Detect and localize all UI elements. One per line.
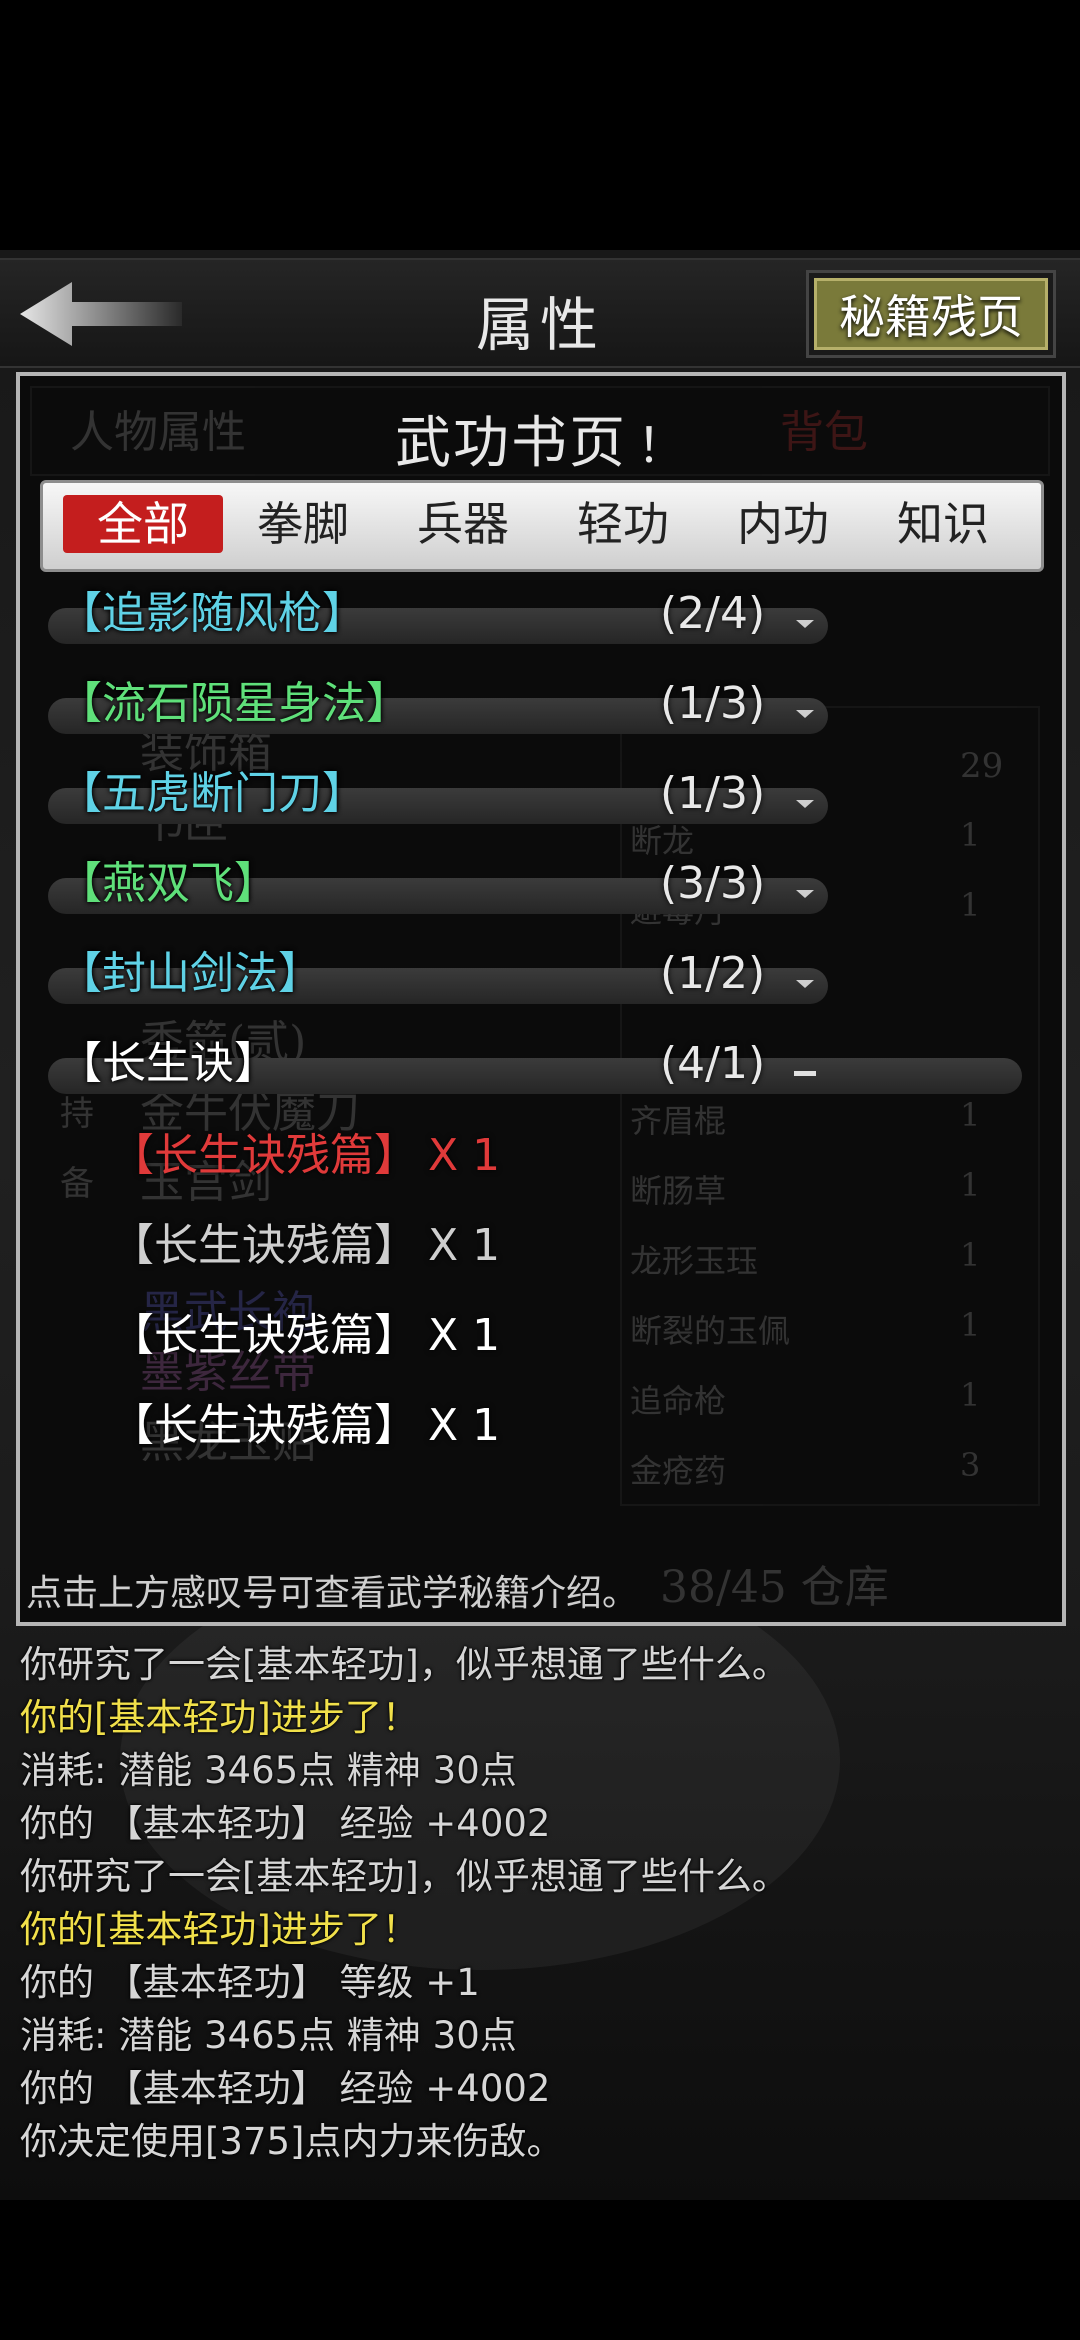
log-line: 你的 【基本轻功】 经验 +4002 <box>20 1802 551 1845</box>
book-row[interactable]: 【封山剑法】 (1/2) <box>48 944 1048 1014</box>
log-line: 你研究了一会[基本轻功]，似乎想通了些什么。 <box>20 1643 789 1686</box>
book-count: (1/2) <box>660 948 766 999</box>
log-line: 消耗: 潜能 3465点 精神 30点 <box>20 1749 517 1792</box>
chevron-down-icon <box>796 620 814 628</box>
ghost-inventory-count: 1 <box>960 1236 981 1274</box>
category-tabs: 全部 拳脚 兵器 轻功 内功 知识 <box>40 480 1044 572</box>
tab-inner[interactable]: 内功 <box>703 495 863 553</box>
ghost-capacity: 38/45 仓库 <box>660 1562 889 1613</box>
book-row[interactable]: 【五虎断门刀】 (1/3) <box>48 764 1048 834</box>
chevron-down-icon <box>796 980 814 988</box>
tab-fist[interactable]: 拳脚 <box>223 495 383 553</box>
secret-pages-button[interactable]: 秘籍残页 <box>806 270 1056 358</box>
ghost-inventory-count: 1 <box>960 1376 981 1414</box>
martial-book-popup: 人物属性 背包 装饰箱 书匣 秀箭(贰) 金牛伏魔刀 玉宫剑 黑武长袍 墨紫丝带… <box>16 372 1066 1626</box>
log-line: 你的[基本轻功]进步了！ <box>20 1696 419 1739</box>
ghost-inventory-count: 3 <box>960 1446 981 1484</box>
minus-icon <box>794 1071 816 1076</box>
fragment-row[interactable]: 【长生诀残篇】 X 1 <box>110 1306 810 1368</box>
fragment-qty: X 1 <box>428 1400 501 1451</box>
book-row[interactable]: 【追影随风枪】 (2/4) <box>48 584 1048 654</box>
log-line: 你的[基本轻功]进步了！ <box>20 1908 419 1951</box>
ghost-inventory-count: 1 <box>960 1306 981 1344</box>
book-name: 【燕双飞】 <box>58 858 278 909</box>
fragment-qty: X 1 <box>428 1220 501 1271</box>
popup-title: 武功书页！ <box>20 398 1062 479</box>
book-name: 【封山剑法】 <box>58 948 322 999</box>
fragment-name: 【长生诀残篇】 <box>110 1130 418 1181</box>
fragment-name: 【长生诀残篇】 <box>110 1220 418 1271</box>
log-line: 你的 【基本轻功】 等级 +1 <box>20 1961 480 2004</box>
info-icon[interactable]: ！ <box>637 418 687 474</box>
book-row-expanded[interactable]: 【长生诀】 (4/1) <box>48 1034 1048 1104</box>
ghost-inventory-count: 1 <box>960 1166 981 1204</box>
book-count: (4/1) <box>660 1038 766 1089</box>
fragment-row[interactable]: 【长生诀残篇】 X 1 <box>110 1216 810 1278</box>
tab-knowledge[interactable]: 知识 <box>863 495 1023 553</box>
book-count: (2/4) <box>660 588 766 639</box>
book-name: 【长生诀】 <box>58 1038 278 1089</box>
fragment-qty: X 1 <box>428 1310 501 1361</box>
book-count: (1/3) <box>660 678 766 729</box>
book-name: 【流石陨星身法】 <box>58 678 410 729</box>
ghost-side-label: 备 <box>60 1164 94 1204</box>
tab-all[interactable]: 全部 <box>63 495 223 553</box>
fragment-name: 【长生诀残篇】 <box>110 1400 418 1451</box>
log-line: 你决定使用[375]点内力来伤敌。 <box>20 2120 564 2163</box>
chevron-down-icon <box>796 710 814 718</box>
back-button[interactable] <box>14 274 184 354</box>
fragment-row[interactable]: 【长生诀残篇】 X 1 <box>110 1396 810 1458</box>
message-log: 你研究了一会[基本轻功]，似乎想通了些什么。 你的[基本轻功]进步了！ 消耗: … <box>0 1640 1080 2163</box>
book-count: (3/3) <box>660 858 766 909</box>
arrow-left-icon <box>20 282 182 346</box>
log-line: 你的 【基本轻功】 经验 +4002 <box>20 2067 551 2110</box>
chevron-down-icon <box>796 890 814 898</box>
fragment-name: 【长生诀残篇】 <box>110 1310 418 1361</box>
book-name: 【五虎断门刀】 <box>58 768 366 819</box>
book-row[interactable]: 【流石陨星身法】 (1/3) <box>48 674 1048 744</box>
log-line: 消耗: 潜能 3465点 精神 30点 <box>20 2014 517 2057</box>
log-line: 你研究了一会[基本轻功]，似乎想通了些什么。 <box>20 1855 789 1898</box>
tab-lightness[interactable]: 轻功 <box>543 495 703 553</box>
chevron-down-icon <box>796 800 814 808</box>
secret-pages-button-label: 秘籍残页 <box>814 278 1048 350</box>
top-bar: 属性 秘籍残页 <box>0 258 1080 368</box>
book-name: 【追影随风枪】 <box>58 588 366 639</box>
popup-title-text: 武功书页 <box>394 411 627 476</box>
fragment-row[interactable]: 【长生诀残篇】 X 1 <box>110 1126 810 1188</box>
book-row[interactable]: 【燕双飞】 (3/3) <box>48 854 1048 924</box>
tab-weapon[interactable]: 兵器 <box>383 495 543 553</box>
hint-text: 点击上方感叹号可查看武学秘籍介绍。 <box>26 1573 639 1614</box>
book-count: (1/3) <box>660 768 766 819</box>
fragment-qty: X 1 <box>428 1130 501 1181</box>
